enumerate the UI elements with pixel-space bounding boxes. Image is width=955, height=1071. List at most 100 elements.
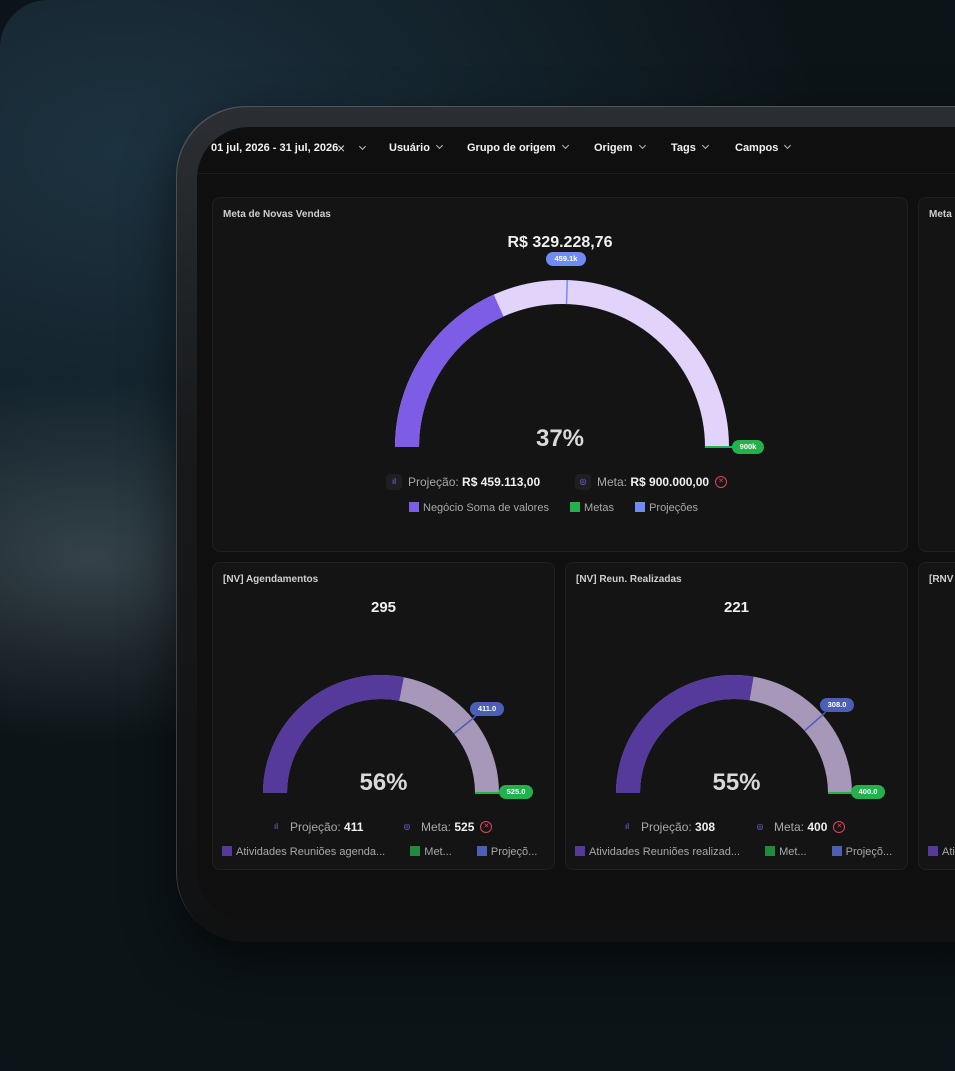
target-icon: ◎	[575, 474, 591, 490]
legend-item-goals[interactable]: Met...	[410, 846, 452, 858]
goal-stat: ◎ Meta: 525 ✕	[399, 820, 493, 836]
fields-filter-label: Campos	[735, 142, 779, 154]
chart-legend: Atividades Reuniões realizad... Met... P…	[575, 846, 892, 858]
projection-value: R$ 459.113,00	[462, 475, 541, 490]
projection-stat: ıl Projeção: R$ 459.113,00	[386, 474, 541, 491]
partial-goal-card: Meta	[918, 197, 955, 552]
goal-stat: ◎ Meta: R$ 900.000,00 ✕	[575, 474, 728, 491]
legend-swatch	[409, 502, 419, 513]
card-title: [RNV	[929, 574, 954, 585]
goal-stat: ◎ Meta: 400 ✕	[752, 820, 846, 836]
legend-swatch	[635, 502, 646, 513]
user-filter-label: Usuário	[389, 142, 430, 154]
projection-value: 308	[695, 820, 716, 835]
goal-value: 400	[807, 820, 828, 835]
goal-pill: 900k	[732, 440, 764, 454]
legend-item-business-value[interactable]: Negócio Soma de valores	[409, 502, 549, 514]
legend-label: Metas	[584, 502, 614, 514]
chart-legend: Atividades Reuniões agenda... Met... Pro…	[222, 846, 537, 858]
legend-label: Projeçõ...	[490, 846, 538, 858]
partial-rnv-card: [RNV Ati	[918, 562, 955, 870]
percent-achieved: 37%	[535, 425, 585, 452]
gauge-chart	[263, 675, 505, 794]
goal-not-met-icon: ✕	[833, 821, 846, 833]
legend-label: Met...	[424, 846, 452, 858]
legend-item-goals[interactable]: Metas	[570, 502, 614, 514]
legend-item-goals[interactable]: Met...	[765, 846, 807, 858]
legend-swatch	[410, 846, 421, 857]
legend-item-activities[interactable]: Atividades Reuniões realizad...	[575, 846, 740, 858]
goal-not-met-icon: ✕	[715, 476, 728, 488]
scheduling-goal-card: [NV] Agendamentos 295 56% 411.0 525.0 ıl…	[212, 562, 555, 870]
filter-bar: 01 jul, 2026 - 31 jul, 2026 × Usuário Gr…	[197, 127, 955, 174]
chevron-down-icon[interactable]	[358, 142, 367, 151]
goal-label: Meta:	[597, 475, 628, 490]
chevron-down-icon	[701, 141, 709, 150]
meetings-held-goal-card: [NV] Reun. Realizadas 221 55% 308.0 400.…	[565, 562, 908, 870]
gauge-chart	[616, 675, 858, 794]
origin-filter[interactable]: Origem	[594, 141, 646, 154]
legend-swatch	[575, 846, 585, 857]
origin-group-filter[interactable]: Grupo de origem	[467, 141, 569, 154]
legend-swatch	[928, 846, 938, 857]
bar-chart-icon: ıl	[625, 822, 629, 831]
goal-label: Meta:	[774, 820, 805, 835]
gauge-chart	[395, 280, 735, 448]
legend-swatch	[570, 502, 581, 513]
legend-item-projections[interactable]: Projeçõ...	[831, 846, 893, 858]
dashboard-screen: 01 jul, 2026 - 31 jul, 2026 × Usuário Gr…	[197, 127, 955, 921]
bar-chart-icon: ıl	[386, 474, 402, 490]
goal-not-met-icon: ✕	[480, 821, 493, 833]
bar-chart-icon: ıl	[274, 822, 278, 831]
card-title: Meta	[929, 209, 952, 220]
legend-item-projections[interactable]: Projeções	[635, 502, 698, 514]
legend-swatch	[222, 846, 232, 857]
legend-label: Negócio Soma de valores	[423, 502, 549, 514]
new-sales-goal-card: Meta de Novas Vendas R$ 329.228,76 37% 4…	[212, 197, 908, 552]
legend-swatch	[476, 846, 487, 857]
date-range-filter[interactable]: 01 jul, 2026 - 31 jul, 2026	[211, 142, 338, 154]
legend-item-projections[interactable]: Projeçõ...	[476, 846, 538, 858]
legend-label: Ati	[942, 846, 955, 858]
chevron-down-icon	[435, 141, 444, 150]
legend-label: Met...	[779, 846, 807, 858]
user-filter[interactable]: Usuário	[389, 141, 444, 154]
projection-marker	[565, 280, 568, 305]
legend-label: Atividades Reuniões realizad...	[589, 846, 741, 858]
target-icon: ◎	[756, 822, 764, 831]
projection-label: Projeção:	[290, 820, 341, 835]
legend-label: Atividades Reuniões agenda...	[236, 846, 386, 858]
background: 01 jul, 2026 - 31 jul, 2026 × Usuário Gr…	[0, 0, 955, 1071]
tags-filter-label: Tags	[671, 142, 696, 154]
gauge-remaining-arc	[395, 280, 729, 448]
origin-filter-label: Origem	[594, 142, 633, 154]
clear-date-icon[interactable]: ×	[337, 140, 345, 156]
legend-swatch	[765, 846, 776, 857]
chart-legend: Ati	[928, 846, 955, 858]
legend-swatch	[831, 846, 842, 857]
chevron-down-icon	[561, 141, 569, 150]
tags-filter[interactable]: Tags	[671, 141, 709, 154]
projection-pill: 308.0	[820, 698, 854, 712]
legend-item-activities[interactable]: Atividades Reuniões agenda...	[222, 846, 385, 858]
goal-pill: 525.0	[499, 785, 533, 799]
origin-group-filter-label: Grupo de origem	[467, 142, 556, 154]
goal-pill: 400.0	[851, 785, 885, 799]
chevron-down-icon	[784, 141, 792, 150]
projection-label: Projeção:	[641, 820, 692, 835]
chart-legend: Negócio Soma de valores Metas Projeções	[409, 502, 698, 514]
chevron-down-icon	[638, 141, 646, 150]
legend-label: Projeções	[649, 502, 698, 514]
goal-label: Meta:	[421, 820, 452, 835]
fields-filter[interactable]: Campos	[735, 141, 792, 154]
legend-label: Projeçõ...	[845, 846, 893, 858]
goal-value: 525	[454, 820, 475, 835]
projection-label: Projeção:	[408, 475, 459, 490]
projection-stat: ıl Projeção: 308	[619, 820, 715, 836]
projection-pill: 459.1k	[546, 252, 586, 266]
target-icon: ◎	[403, 822, 411, 831]
goal-value: R$ 900.000,00	[630, 475, 710, 490]
projection-pill: 411.0	[470, 702, 504, 716]
projection-stat: ıl Projeção: 411	[268, 820, 363, 836]
projection-value: 411	[344, 820, 364, 835]
